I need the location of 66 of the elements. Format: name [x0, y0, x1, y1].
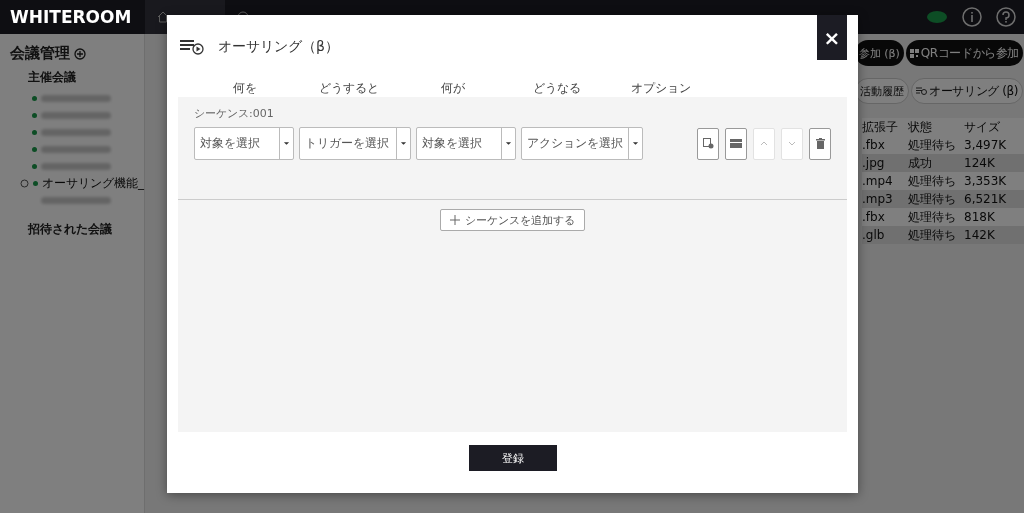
- plus-icon: [450, 215, 460, 225]
- table-cell-text: .jpg: [862, 156, 886, 170]
- close-button[interactable]: ×: [817, 15, 847, 60]
- column-header: 拡張子: [862, 118, 899, 136]
- section-label: 主催会議: [28, 69, 77, 86]
- sidebar-title: 会議管理: [10, 44, 70, 63]
- action-button[interactable]: 活動履歴: [855, 78, 910, 104]
- select-field[interactable]: 対象を選択: [194, 127, 294, 160]
- table-cell-text: .fbx: [862, 138, 886, 152]
- column-header: 何が: [440, 79, 466, 97]
- table-cell-text: .mp4: [862, 174, 894, 188]
- select-field[interactable]: 対象を選択: [416, 127, 516, 160]
- help-icon[interactable]: [996, 7, 1016, 27]
- card-icon: [730, 139, 742, 148]
- table-cell-text: 142K: [964, 228, 996, 242]
- list-play-icon: [180, 39, 206, 55]
- column-header: オプション: [630, 79, 692, 97]
- table-cell-text: 818K: [964, 210, 996, 224]
- chevron-down-icon: [788, 141, 796, 146]
- join-button[interactable]: QRコードから参加: [905, 40, 1023, 66]
- column-header: サイズ: [964, 118, 1001, 136]
- table-cell-text: 処理待ち: [908, 190, 957, 208]
- info-icon[interactable]: [962, 7, 982, 27]
- select-field[interactable]: アクションを選択: [521, 127, 643, 160]
- table-cell-text: 3,353K: [964, 174, 1008, 188]
- add-sequence-button[interactable]: シーケンスを追加する: [440, 209, 585, 231]
- table-cell-text: 処理待ち: [908, 172, 957, 190]
- column-header: どうすると: [318, 79, 380, 97]
- meeting-item[interactable]: オーサリング機能_: [42, 175, 144, 192]
- blurred-text: [41, 197, 111, 204]
- select-field[interactable]: トリガーを選択: [299, 127, 411, 160]
- table-cell-text: 処理待ち: [908, 208, 957, 226]
- list-play-icon: [916, 87, 928, 95]
- tool-button[interactable]: [697, 127, 719, 160]
- register-button[interactable]: 登録: [468, 445, 557, 471]
- blurred-text: [41, 163, 111, 170]
- logo: WHITEROOM: [9, 7, 133, 27]
- table-cell-text: 成功: [908, 154, 933, 172]
- sequence-label: シーケンス:001: [194, 106, 275, 121]
- column-header: どうなる: [532, 79, 582, 97]
- action-button[interactable]: オーサリング (β): [911, 78, 1023, 104]
- document-gear-icon: [702, 138, 714, 149]
- column-header: 何を: [232, 79, 258, 97]
- blurred-text: [41, 95, 111, 102]
- table-cell-text: 処理待ち: [908, 136, 957, 154]
- app-logo-icon: [926, 10, 948, 24]
- table-cell-text: 6,521K: [964, 192, 1008, 206]
- table-cell-text: .mp3: [862, 192, 894, 206]
- add-icon[interactable]: [74, 47, 86, 60]
- table-cell-text: .fbx: [862, 210, 886, 224]
- table-cell-text: 124K: [964, 156, 996, 170]
- chevron-up-icon: [760, 141, 768, 146]
- table-cell-text: .glb: [862, 228, 886, 242]
- trash-icon: [815, 138, 825, 149]
- blurred-text: [41, 129, 111, 136]
- dialog-title: オーサリング（β）: [218, 38, 339, 56]
- home-icon: [157, 11, 169, 23]
- blurred-text: [41, 112, 111, 119]
- tool-button[interactable]: [809, 127, 831, 160]
- table-cell-text: 処理待ち: [908, 226, 957, 244]
- table-cell-text: 3,497K: [964, 138, 1008, 152]
- tool-button[interactable]: [725, 127, 747, 160]
- qr-code-icon: [909, 48, 919, 58]
- column-header: 状態: [908, 118, 933, 136]
- blurred-text: [41, 146, 111, 153]
- section-label: 招待された会議: [28, 221, 113, 238]
